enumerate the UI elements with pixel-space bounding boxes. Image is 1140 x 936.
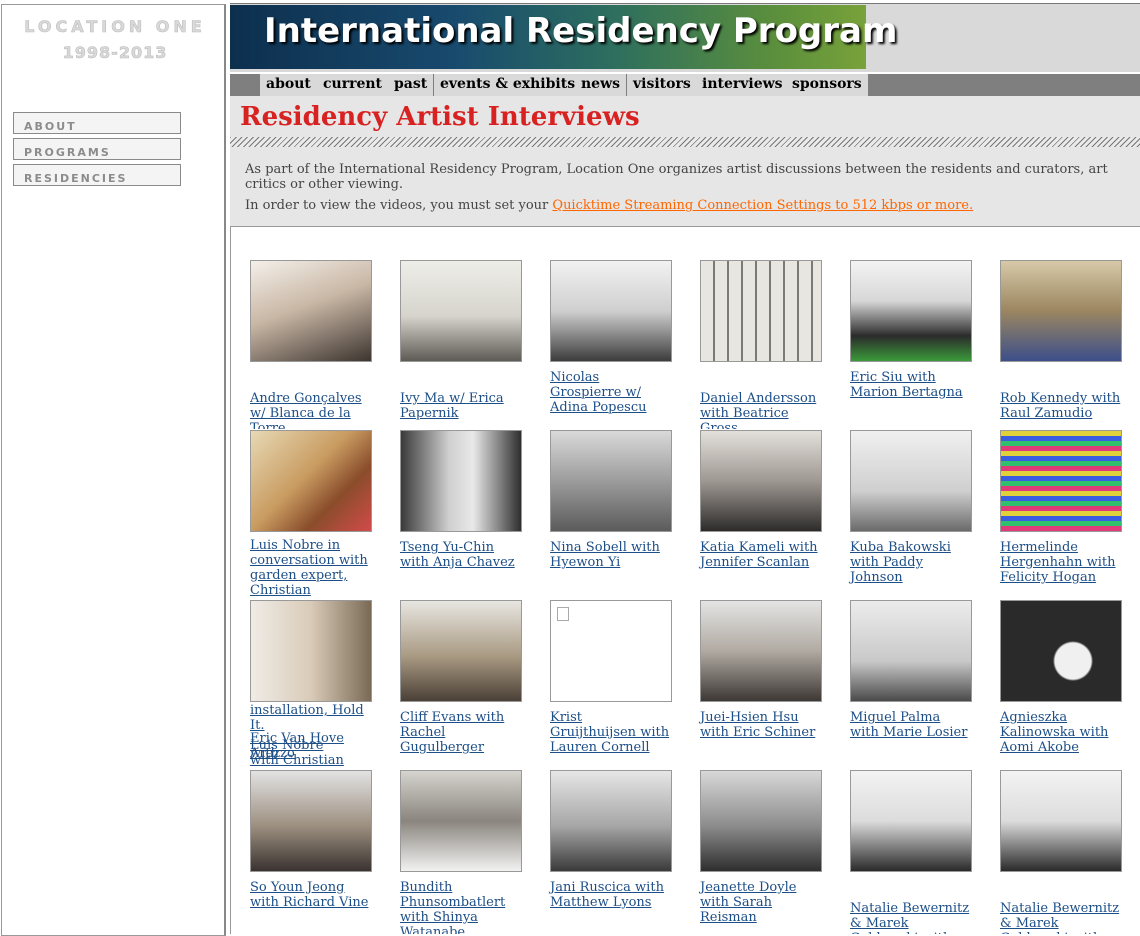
interview-link[interactable]: Nicolas Grospierre w/ Adina Popescu: [550, 370, 672, 415]
video-thumbnail[interactable]: [850, 430, 972, 532]
interview-link[interactable]: Luis Nobre in conversation with garden e…: [250, 538, 372, 598]
interview-link[interactable]: Juei-Hsien Hsu with Eric Schiner: [700, 710, 822, 740]
content-divider: [230, 226, 1140, 227]
nav-sponsors[interactable]: sponsors: [786, 74, 868, 96]
sidebar-item-programs[interactable]: PROGRAMS: [13, 138, 181, 160]
interview-link[interactable]: Cliff Evans with Rachel Gugulberger: [400, 710, 522, 755]
nav-events-exhibits[interactable]: events & exhibits: [434, 74, 582, 96]
interview-link[interactable]: Andre Gonçalves w/ Blanca de la Torre: [250, 391, 372, 429]
quicktime-settings-link[interactable]: Quicktime Streaming Connection Settings …: [552, 198, 973, 213]
logo-years: 1998-2013: [62, 43, 168, 63]
overflow-caption-text[interactable]: installation, Hold It.: [250, 703, 368, 733]
video-thumbnail[interactable]: [400, 770, 522, 872]
nav-about[interactable]: about: [260, 74, 317, 96]
broken-video-thumbnail[interactable]: [550, 600, 672, 702]
video-thumbnail[interactable]: [250, 600, 372, 702]
interview-link[interactable]: Ivy Ma w/ Erica Papernik: [400, 391, 522, 421]
interview-link[interactable]: Hermelinde Hergenhahn with Felicity Hoga…: [1000, 540, 1122, 585]
settings-note-text: In order to view the videos, you must se…: [245, 198, 553, 213]
video-thumbnail[interactable]: [1000, 430, 1122, 532]
sidebar-item-about[interactable]: ABOUT: [13, 112, 181, 134]
interview-link[interactable]: So Youn Jeong with Richard Vine: [250, 880, 372, 910]
interview-link[interactable]: Krist Gruijthuijsen with Lauren Cornell: [550, 710, 672, 755]
video-thumbnail[interactable]: [700, 600, 822, 702]
nav-current[interactable]: current: [317, 74, 389, 96]
interview-link[interactable]: Nina Sobell with Hyewon Yi: [550, 540, 672, 570]
video-thumbnail[interactable]: [550, 770, 672, 872]
video-thumbnail[interactable]: [1000, 770, 1122, 872]
hatch-divider: [230, 137, 1140, 147]
banner-title: International Residency Program: [264, 11, 898, 51]
interview-link[interactable]: Kuba Bakowski with Paddy Johnson: [850, 540, 972, 585]
video-thumbnail[interactable]: [400, 430, 522, 532]
video-thumbnail[interactable]: [700, 260, 822, 362]
interview-link[interactable]: Natalie Bewernitz & Marek Goldowski with: [1000, 901, 1122, 934]
banner-image: International Residency Program: [230, 5, 897, 69]
video-thumbnail[interactable]: [700, 770, 822, 872]
intro-text: As part of the International Residency P…: [245, 162, 1108, 192]
interview-link[interactable]: Miguel Palma with Marie Losier: [850, 710, 972, 740]
content-left-border: [230, 226, 231, 934]
video-thumbnail[interactable]: [550, 260, 672, 362]
interview-link[interactable]: Jani Ruscica with Matthew Lyons: [550, 880, 672, 910]
main-nav: about current past events & exhibits new…: [230, 74, 1140, 96]
video-thumbnail[interactable]: [250, 260, 372, 362]
overflow-caption-text[interactable]: Luis Nobre with Christian: [250, 738, 355, 768]
nav-past[interactable]: past: [388, 74, 434, 96]
sidebar-item-residencies[interactable]: RESIDENCIES: [13, 164, 181, 186]
logo-text[interactable]: LOCATION ONE: [22, 17, 208, 37]
settings-note: In order to view the videos, you must se…: [245, 198, 973, 213]
interview-link[interactable]: Katia Kameli with Jennifer Scanlan: [700, 540, 822, 570]
video-thumbnail[interactable]: [850, 770, 972, 872]
video-thumbnail[interactable]: [850, 600, 972, 702]
interview-link[interactable]: Agnieszka Kalinowska with Aomi Akobe: [1000, 710, 1122, 755]
video-thumbnail[interactable]: [700, 430, 822, 532]
nav-visitors[interactable]: visitors: [627, 74, 697, 96]
nav-news[interactable]: news: [575, 74, 627, 96]
video-thumbnail[interactable]: [850, 260, 972, 362]
interview-link[interactable]: Rob Kennedy with Raul Zamudio: [1000, 391, 1122, 421]
interview-link[interactable]: Jeanette Doyle with Sarah Reisman: [700, 880, 822, 925]
video-thumbnail[interactable]: [250, 770, 372, 872]
sidebar: LOCATION ONE 1998-2013 ABOUT PROGRAMS RE…: [1, 4, 226, 936]
video-thumbnail[interactable]: [550, 430, 672, 532]
page-title: Residency Artist Interviews: [240, 102, 640, 132]
interview-link[interactable]: Eric Siu with Marion Bertagna: [850, 370, 972, 400]
banner-area: International Residency Program: [230, 4, 1140, 72]
video-thumbnail[interactable]: [250, 430, 372, 532]
video-thumbnail[interactable]: [1000, 600, 1122, 702]
interview-link[interactable]: Bundith Phunsombatlert with Shinya Watan…: [400, 880, 522, 934]
video-thumbnail[interactable]: [400, 600, 522, 702]
interview-link[interactable]: Tseng Yu-Chin with Anja Chavez: [400, 540, 522, 570]
interview-link[interactable]: Daniel Andersson with Beatrice Gross: [700, 391, 822, 429]
video-thumbnail[interactable]: [1000, 260, 1122, 362]
interview-link[interactable]: Natalie Bewernitz & Marek Goldowski with: [850, 901, 972, 934]
video-thumbnail[interactable]: [400, 260, 522, 362]
broken-image-icon: [557, 607, 569, 621]
nav-interviews[interactable]: interviews: [696, 74, 789, 96]
